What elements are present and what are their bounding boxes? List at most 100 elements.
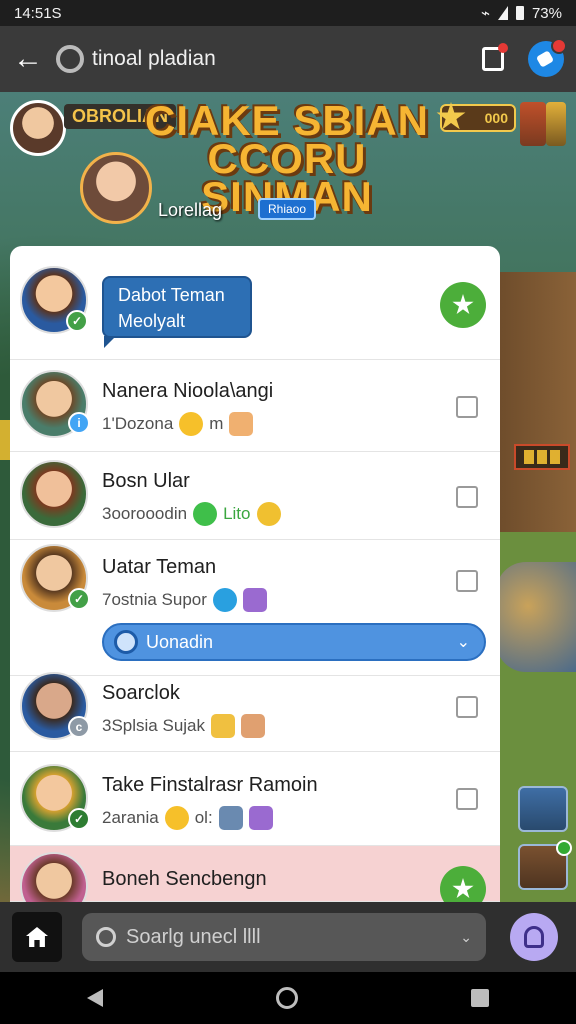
- status-badge-icon: c: [68, 716, 90, 738]
- side-bag-button[interactable]: [518, 840, 572, 890]
- coin-count: 000: [484, 110, 508, 126]
- bubble-line-1: Dabot Teman: [118, 285, 225, 305]
- battery-icon: [515, 6, 524, 20]
- contact-name: Nanera Nioola\angi: [102, 380, 274, 402]
- contact-name: Bosn Ular: [102, 470, 190, 492]
- nav-recents-icon[interactable]: [471, 989, 490, 1007]
- status-suffix: Lito: [223, 504, 251, 523]
- vibrate-icon: ⌁: [480, 5, 490, 22]
- robot-art: [496, 562, 576, 672]
- player-avatar[interactable]: [10, 100, 66, 156]
- select-checkbox[interactable]: [456, 486, 478, 508]
- speech-bubble[interactable]: Dabot Teman Meolyalt: [102, 276, 252, 348]
- edge-ornament: [0, 420, 10, 460]
- app-menu-button[interactable]: [528, 38, 567, 77]
- contact-status: 3oorooodin Lito: [102, 502, 281, 526]
- chevron-down-icon: ⌄: [456, 634, 470, 651]
- search-icon: [96, 927, 116, 947]
- chest-icon[interactable]: [546, 102, 566, 146]
- list-item[interactable]: i Nanera Nioola\angi 1'Dozona m: [10, 360, 500, 452]
- character-emoji-icon: [241, 714, 266, 738]
- contact-status: 2arania ol:: [102, 806, 273, 830]
- search-emoji-icon: [212, 588, 237, 612]
- filter-label: Uonadin: [146, 631, 214, 652]
- smile-emoji-icon: [179, 412, 204, 436]
- status-text: 3Splsia Sujak: [102, 716, 206, 735]
- nav-back-icon[interactable]: [86, 989, 103, 1007]
- battery-percent: 73%: [531, 4, 562, 22]
- home-button[interactable]: [12, 912, 62, 962]
- hero-chip-button[interactable]: Rhiaoo: [258, 198, 317, 220]
- gift-icon[interactable]: [520, 102, 546, 146]
- heart-eyes-emoji-icon: [256, 502, 281, 526]
- list-item-highlighted[interactable]: Boneh Sencbengn: [10, 846, 500, 902]
- coin-counter[interactable]: 000: [436, 102, 516, 132]
- add-friend-button[interactable]: [440, 866, 486, 902]
- list-item[interactable]: ✓ Take Finstalrasr Ramoin 2arania ol:: [10, 752, 500, 846]
- contact-name: Boneh Sencbengn: [102, 868, 267, 890]
- status-suffix: ol:: [194, 808, 213, 827]
- check-badge-icon: ✓: [68, 588, 90, 610]
- list-item[interactable]: ✓ Dabot Teman Meolyalt: [10, 246, 500, 360]
- profile-button[interactable]: [510, 913, 558, 961]
- app-bar-actions: [482, 38, 576, 77]
- search-icon: [114, 630, 138, 654]
- bottom-search-input[interactable]: Soarlg unecl llll ⌄: [82, 913, 486, 961]
- user-icon: [524, 926, 544, 948]
- status-badge-icon: i: [68, 412, 90, 434]
- add-friend-button[interactable]: [440, 282, 486, 328]
- system-nav-bar: [0, 972, 576, 1024]
- contact-status: 7ostnia Supor: [102, 588, 267, 612]
- select-checkbox[interactable]: [456, 696, 478, 718]
- avatar: [20, 852, 88, 902]
- status-suffix: m: [209, 414, 224, 433]
- status-icons: ⌁ 73%: [480, 4, 562, 23]
- select-checkbox[interactable]: [456, 788, 478, 810]
- list-item[interactable]: c Soarclok 3Splsia Sujak: [10, 660, 500, 752]
- contact-name: Soarclok: [102, 682, 180, 704]
- filter-dropdown[interactable]: Uonadin ⌄: [102, 623, 486, 661]
- contact-name: Uatar Teman: [102, 556, 217, 578]
- check-emoji-icon: [193, 502, 218, 526]
- select-checkbox[interactable]: [456, 570, 478, 592]
- status-text: 1'Dozona: [102, 414, 174, 433]
- tree-trunk-art: [490, 272, 576, 532]
- bubble-line-2: Meolyalt: [118, 311, 186, 331]
- status-time: 14:51S: [14, 4, 62, 22]
- character-emoji-icon: [242, 588, 267, 612]
- check-badge-icon: ✓: [66, 310, 88, 332]
- app-bar: ← tinoal pladian: [0, 26, 576, 92]
- contact-status: 3Splsia Sujak: [102, 714, 266, 738]
- character-emoji-icon: [229, 412, 254, 436]
- character-emoji-icon: [211, 714, 236, 738]
- list-item[interactable]: Bosn Ular 3oorooodin Lito: [10, 452, 500, 540]
- top-search-field[interactable]: tinoal pladian: [56, 45, 436, 73]
- status-badge-icon: ✓: [68, 808, 90, 830]
- nav-home-icon[interactable]: [275, 987, 298, 1009]
- signal-icon: [497, 6, 508, 20]
- status-text: 2arania: [102, 808, 159, 827]
- home-icon: [26, 927, 48, 947]
- side-badge[interactable]: [514, 444, 570, 470]
- side-tool-button[interactable]: [518, 786, 568, 832]
- star-icon: [436, 102, 466, 130]
- chevron-down-icon: ⌄: [460, 928, 472, 945]
- status-text: 3oorooodin: [102, 504, 188, 523]
- bottom-search-placeholder: Soarlg unecl llll: [126, 925, 261, 948]
- avatar: [20, 460, 88, 528]
- top-search-text: tinoal pladian: [92, 47, 216, 70]
- back-arrow-icon[interactable]: ←: [0, 26, 56, 92]
- character-emoji-icon: [218, 806, 243, 830]
- friends-panel: ✓ Dabot Teman Meolyalt i Nanera Nioola\a…: [10, 246, 500, 902]
- hero-name: Lorellag: [158, 200, 223, 220]
- bottom-bar: Soarlg unecl llll ⌄: [0, 902, 576, 972]
- contact-name: Take Finstalrasr Ramoin: [102, 774, 318, 796]
- contact-status: 1'Dozona m: [102, 412, 254, 436]
- smile-emoji-icon: [164, 806, 189, 830]
- notification-dot: [556, 840, 572, 856]
- select-checkbox[interactable]: [456, 396, 478, 418]
- hero-avatar[interactable]: [80, 152, 152, 224]
- status-text: 7ostnia Supor: [102, 590, 207, 609]
- notification-icon[interactable]: [482, 43, 508, 71]
- status-bar: 14:51S ⌁ 73%: [0, 0, 576, 26]
